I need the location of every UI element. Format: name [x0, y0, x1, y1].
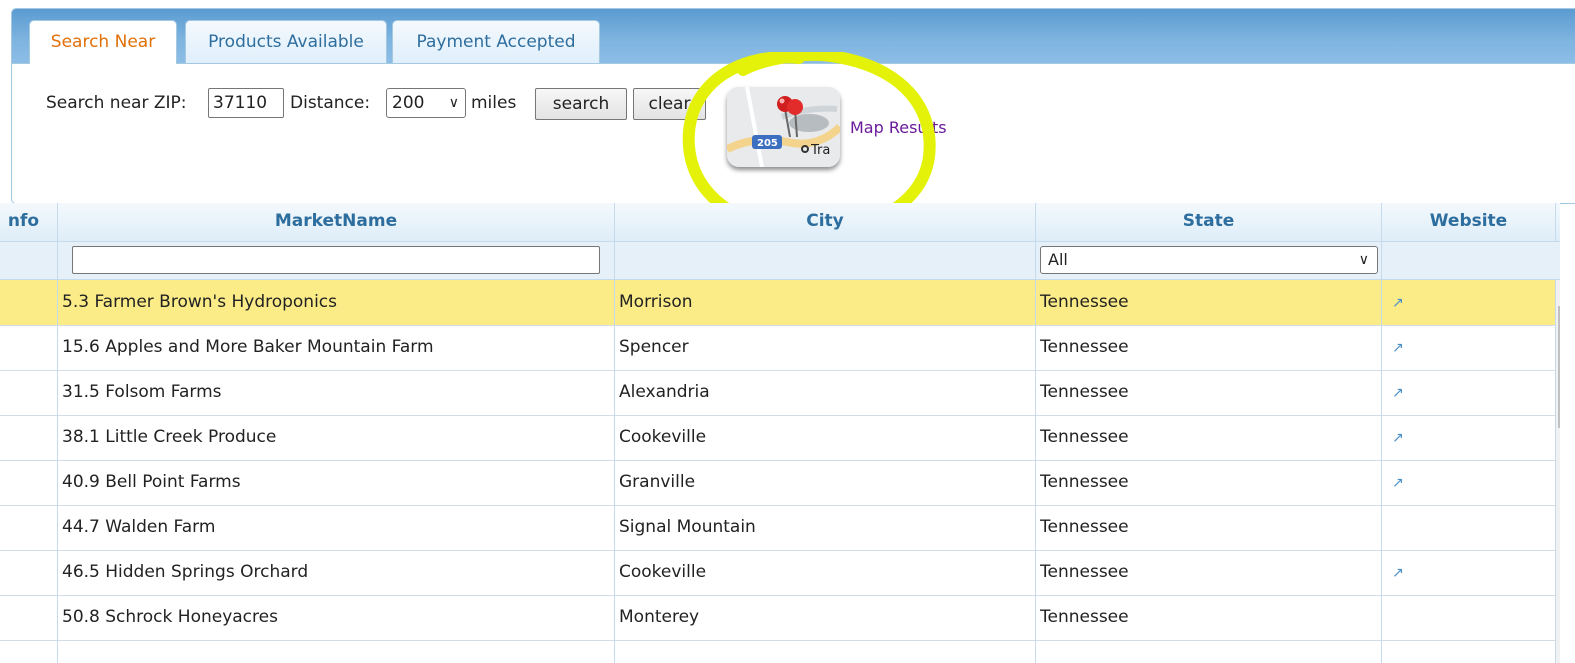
chevron-down-icon: ∨ — [1358, 252, 1369, 268]
external-link-icon[interactable]: ↗ — [1392, 565, 1404, 581]
filter-cell-city — [615, 242, 1036, 279]
map-route-label: 205 — [757, 138, 778, 149]
scrollbar-thumb[interactable] — [1558, 306, 1560, 428]
state-filter-select[interactable]: All ∨ — [1040, 246, 1378, 274]
info-cell — [0, 460, 58, 505]
state-cell: Tennessee — [1036, 505, 1382, 550]
info-cell — [0, 595, 58, 640]
distance-label: Distance: — [290, 93, 371, 113]
tab-payment-accepted[interactable]: Payment Accepted — [392, 20, 600, 63]
info-cell — [0, 415, 58, 460]
markets-grid: nfo MarketName City State Website All ∨ … — [0, 203, 1560, 663]
info-cell — [0, 505, 58, 550]
table-row[interactable]: 5.3 Farmer Brown's Hydroponics Morrison … — [0, 280, 1556, 326]
website-cell: ↗ — [1382, 280, 1556, 325]
clear-button[interactable]: clear — [633, 88, 706, 120]
tab-bar: Search Near Products Available Payment A… — [12, 9, 1575, 64]
city-cell: Alexandria — [615, 370, 1036, 415]
table-row[interactable]: 31.5 Folsom Farms Alexandria Tennessee ↗ — [0, 370, 1556, 416]
info-cell — [0, 325, 58, 370]
market-name-cell — [58, 640, 615, 663]
info-cell — [0, 280, 58, 325]
info-cell — [0, 550, 58, 595]
market-name-cell: 5.3 Farmer Brown's Hydroponics — [58, 280, 615, 325]
tab-search-near[interactable]: Search Near — [29, 20, 177, 64]
market-name-cell: 40.9 Bell Point Farms — [58, 460, 615, 505]
state-cell: Tennessee — [1036, 460, 1382, 505]
table-row[interactable]: 15.6 Apples and More Baker Mountain Farm… — [0, 325, 1556, 371]
map-results-link[interactable]: Map Results — [850, 118, 947, 137]
map-place-label: Tra — [810, 143, 830, 158]
distance-select[interactable]: 200 ∨ — [386, 88, 466, 118]
col-header-marketname[interactable]: MarketName — [58, 203, 615, 241]
external-link-icon[interactable]: ↗ — [1392, 475, 1404, 491]
state-cell: Tennessee — [1036, 595, 1382, 640]
zip-label: Search near ZIP: — [46, 93, 187, 113]
city-cell: Morrison — [615, 280, 1036, 325]
external-link-icon[interactable]: ↗ — [1392, 430, 1404, 446]
website-cell — [1382, 505, 1556, 550]
state-filter-value: All — [1048, 250, 1068, 269]
search-button[interactable]: search — [535, 88, 627, 120]
website-cell — [1382, 640, 1556, 663]
chevron-down-icon: ∨ — [448, 95, 459, 111]
state-cell: Tennessee — [1036, 550, 1382, 595]
col-header-city[interactable]: City — [615, 203, 1036, 241]
website-cell: ↗ — [1382, 415, 1556, 460]
website-cell: ↗ — [1382, 460, 1556, 505]
map-thumbnail-icon: 205 Tra — [727, 87, 840, 167]
state-cell — [1036, 640, 1382, 663]
state-cell: Tennessee — [1036, 280, 1382, 325]
website-cell — [1382, 595, 1556, 640]
distance-value: 200 — [392, 93, 425, 113]
website-cell: ↗ — [1382, 370, 1556, 415]
col-header-info[interactable]: nfo — [0, 203, 58, 241]
col-header-state[interactable]: State — [1036, 203, 1382, 241]
table-row[interactable]: 46.5 Hidden Springs Orchard Cookeville T… — [0, 550, 1556, 596]
city-cell: Cookeville — [615, 550, 1036, 595]
market-name-cell: 38.1 Little Creek Produce — [58, 415, 615, 460]
table-row[interactable]: 44.7 Walden Farm Signal Mountain Tenness… — [0, 505, 1556, 551]
city-cell: Granville — [615, 460, 1036, 505]
table-row[interactable]: 50.8 Schrock Honeyacres Monterey Tenness… — [0, 595, 1556, 641]
city-cell: Signal Mountain — [615, 505, 1036, 550]
external-link-icon[interactable]: ↗ — [1392, 295, 1404, 311]
external-link-icon[interactable]: ↗ — [1392, 340, 1404, 356]
external-link-icon[interactable]: ↗ — [1392, 385, 1404, 401]
city-cell: Spencer — [615, 325, 1036, 370]
filter-row: All ∨ — [0, 242, 1560, 280]
market-name-cell: 50.8 Schrock Honeyacres — [58, 595, 615, 640]
market-name-cell: 46.5 Hidden Springs Orchard — [58, 550, 615, 595]
vertical-scrollbar[interactable]: ▲ — [1556, 280, 1560, 663]
miles-label: miles — [471, 93, 517, 113]
table-row[interactable]: 38.1 Little Creek Produce Cookeville Ten… — [0, 415, 1556, 461]
city-cell — [615, 640, 1036, 663]
state-cell: Tennessee — [1036, 415, 1382, 460]
zip-input[interactable] — [208, 88, 284, 118]
table-row-partial[interactable] — [0, 640, 1556, 663]
filter-cell-info — [0, 242, 58, 279]
grid-header: nfo MarketName City State Website — [0, 203, 1560, 242]
info-cell — [0, 370, 58, 415]
col-header-website[interactable]: Website — [1382, 203, 1556, 241]
website-cell: ↗ — [1382, 325, 1556, 370]
website-cell: ↗ — [1382, 550, 1556, 595]
tab-products-available[interactable]: Products Available — [185, 20, 387, 63]
market-name-cell: 44.7 Walden Farm — [58, 505, 615, 550]
table-row[interactable]: 40.9 Bell Point Farms Granville Tennesse… — [0, 460, 1556, 506]
market-name-cell: 15.6 Apples and More Baker Mountain Farm — [58, 325, 615, 370]
city-cell: Monterey — [615, 595, 1036, 640]
market-name-cell: 31.5 Folsom Farms — [58, 370, 615, 415]
state-cell: Tennessee — [1036, 370, 1382, 415]
marketname-filter-input[interactable] — [72, 246, 600, 274]
map-results-thumbnail[interactable]: 205 Tra — [727, 87, 840, 167]
city-cell: Cookeville — [615, 415, 1036, 460]
info-cell — [0, 640, 58, 663]
state-cell: Tennessee — [1036, 325, 1382, 370]
